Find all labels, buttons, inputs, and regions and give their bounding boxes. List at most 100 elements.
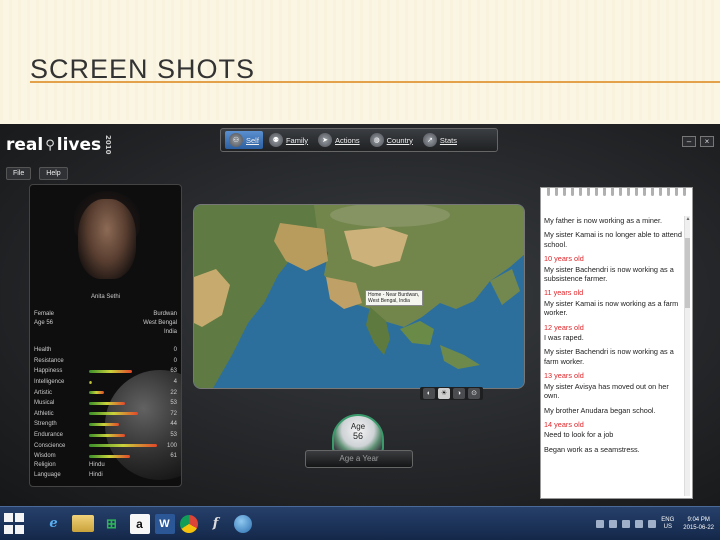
stat-row-wisdom: Wisdom 61 (34, 451, 177, 462)
menu-file[interactable]: File (6, 167, 32, 180)
stat-label: Resistance (34, 357, 64, 364)
word-icon[interactable]: W (154, 513, 175, 534)
app-logo: real ⚲ lives 2010 (6, 132, 112, 158)
browser-globe-icon[interactable] (233, 514, 252, 533)
log-entry: I was raped. (544, 333, 584, 343)
input-language[interactable]: ENG US (661, 517, 674, 531)
menu-help[interactable]: Help (39, 167, 68, 180)
tab-country[interactable]: ◍ Country (366, 131, 417, 149)
close-button[interactable]: × (700, 136, 714, 147)
character-portrait (78, 199, 136, 279)
language-value: Hindi (89, 472, 103, 479)
character-name: Anita Sethi (90, 294, 121, 300)
location-country: India (163, 329, 177, 335)
stat-bar (89, 391, 104, 395)
stat-bar-track (89, 412, 157, 416)
tab-actions[interactable]: ➤ Actions (314, 131, 364, 149)
amazon-icon[interactable]: a (129, 513, 150, 534)
tray-shield-icon[interactable] (609, 520, 618, 528)
spiral-ring (675, 188, 679, 196)
stat-bar (89, 433, 126, 437)
tab-family[interactable]: ⚉ Family (265, 131, 312, 149)
map-terrain-button[interactable]: ◐ (423, 388, 435, 399)
map-toolbar: ◐ ☀ ◑ ⊙ (420, 387, 483, 400)
scroll-up-icon[interactable]: ▲ (685, 216, 691, 222)
tray-flag-icon[interactable] (622, 520, 631, 528)
tray-arrow-icon[interactable] (596, 520, 605, 528)
event-log: My father is now working as a miner. My s… (544, 216, 682, 459)
windows-logo-pane (15, 524, 24, 534)
stat-bar (89, 401, 126, 405)
stat-value: 63 (170, 368, 177, 375)
system-tray: ENG US 9:04 PM 2015-06-22 (596, 507, 714, 540)
age-indicator-value: 56 (352, 431, 363, 441)
stat-label: Musical (34, 400, 55, 407)
religion-value: Hindu (89, 461, 105, 468)
tray-volume-icon[interactable] (648, 520, 657, 528)
chrome-icon[interactable] (179, 514, 198, 533)
map-night-button[interactable]: ◑ (453, 388, 465, 399)
taskbar-clock[interactable]: 9:04 PM 2015-06-22 (683, 516, 714, 532)
log-age-header: 14 years old (544, 419, 584, 429)
stat-label: Endurance (34, 432, 64, 439)
chart-icon: ↗ (422, 133, 437, 147)
stat-bar-track (89, 454, 157, 458)
input-region-code: US (663, 524, 672, 530)
stat-row-conscience: Conscience 100 (34, 440, 177, 451)
internet-explorer-icon[interactable]: e (41, 512, 67, 536)
log-age-header: 13 years old (544, 371, 584, 381)
stat-label: Health (34, 347, 52, 354)
log-entry: Need to look for a job (544, 430, 614, 440)
people-icon: ⚇ (229, 133, 243, 147)
store-icon[interactable]: ⊞ (99, 512, 125, 536)
map-center-button[interactable]: ⊙ (468, 388, 480, 399)
stat-value: 100 (166, 442, 177, 449)
spiral-ring (651, 188, 655, 196)
spiral-ring (602, 188, 606, 196)
log-scrollbar[interactable]: ▲ (684, 216, 690, 496)
world-map[interactable] (193, 204, 525, 389)
tab-self[interactable]: ⚇ Self (225, 131, 263, 149)
log-entry: My sister Kamai is no longer able to att… (544, 230, 682, 249)
stat-bar (89, 444, 157, 448)
stat-row-endurance: Endurance 53 (34, 430, 177, 441)
log-entry: My sister Bachendri is now working as a … (544, 347, 674, 366)
windows-logo-pane (4, 524, 13, 534)
tray-network-icon[interactable] (635, 520, 644, 528)
spiral-ring (626, 188, 630, 196)
log-entry: My sister Avisya has moved out on her ow… (544, 381, 669, 401)
clock-time: 9:04 PM (687, 517, 710, 523)
tab-stats[interactable]: ↗ Stats (419, 131, 461, 149)
spiral-ring (546, 188, 550, 196)
spiral-ring (667, 188, 671, 196)
spiral-ring (610, 188, 614, 196)
file-explorer-icon[interactable] (71, 515, 94, 532)
age-a-year-button[interactable]: Age a Year (305, 450, 413, 468)
reallives-app-window: real ⚲ lives 2010 File Help – × ⚇ Self ⚉… (0, 124, 720, 506)
religion-row: Religion Hindu (34, 462, 177, 473)
language-row: Language Hindi (34, 472, 177, 483)
stat-row-strength: Strength 44 (34, 419, 177, 430)
scrollbar-thumb[interactable] (685, 238, 690, 308)
attribute-stats: Health 0 Resistance 0 Happiness 63 Intelligenc… (34, 345, 177, 483)
stat-value: 22 (170, 389, 177, 396)
map-daylight-button[interactable]: ☀ (438, 388, 450, 399)
life-events-notebook: My father is now working as a miner. My s… (540, 187, 693, 499)
menu-bar: File Help (6, 167, 68, 180)
runner-icon: ➤ (318, 133, 333, 147)
spiral-ring (659, 188, 663, 196)
stat-row-happiness: Happiness 63 (34, 366, 177, 377)
world-map-svg (194, 205, 524, 388)
stat-row-intelligence: Intelligence 4 (34, 377, 177, 388)
family-icon: ⚉ (268, 133, 283, 147)
stat-label: Conscience (34, 442, 66, 449)
location-city: Burdwan (153, 311, 177, 317)
start-button[interactable] (4, 512, 26, 535)
minimize-button[interactable]: – (682, 136, 696, 147)
spiral-ring (570, 188, 574, 196)
reallives-icon[interactable]: f (203, 512, 229, 536)
title-underline (30, 81, 720, 83)
spiral-ring (586, 188, 590, 196)
character-gender: Female (34, 311, 55, 317)
notebook-spiral (541, 188, 692, 198)
